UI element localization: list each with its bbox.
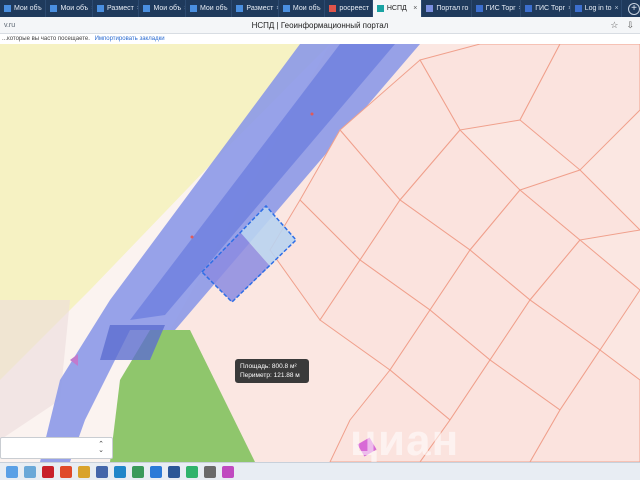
mail-icon[interactable] [150, 465, 162, 478]
tab-favicon-icon [426, 5, 434, 12]
tab-favicon-icon [236, 5, 244, 12]
tab-5[interactable]: Размест× [232, 0, 279, 17]
tab-label: ГИС Торг [485, 5, 516, 12]
tab-close-icon[interactable]: × [413, 5, 417, 12]
tab-favicon-icon [574, 5, 582, 12]
cube-icon[interactable] [186, 465, 198, 478]
pdf-icon[interactable] [42, 465, 54, 478]
map-canvas[interactable]: циан Площадь: 800.8 м² Периметр: 121.88 … [0, 44, 640, 462]
tab-favicon-icon [329, 5, 337, 12]
yandex-icon[interactable] [60, 465, 72, 478]
address-bar[interactable]: v.ru НСПД | Геоинформационный портал ☆ ⇩ [0, 17, 640, 34]
tab-label: ГИС Торг [535, 5, 566, 12]
address-actions: ☆ ⇩ [610, 20, 634, 31]
tab-8[interactable]: НСПД × [372, 0, 423, 17]
tab-2[interactable]: Размест× [93, 0, 140, 17]
tab-close-icon[interactable]: × [615, 5, 619, 12]
tab-label: НСПД [386, 5, 407, 12]
tab-favicon-icon [4, 5, 11, 12]
tab-1[interactable]: Мои объ× [46, 0, 93, 17]
page-title: НСПД | Геоинформационный портал [251, 20, 389, 30]
tab-label: Мои объ [292, 5, 321, 12]
tab-7[interactable]: росреест× [325, 0, 373, 17]
perimeter-label: Периметр: 121.88 м [240, 372, 300, 379]
bookmarks-hint: ...которые вы часто посещаете. [2, 36, 90, 42]
map-point [310, 112, 314, 116]
tab-favicon-icon [475, 5, 483, 12]
tab-favicon-icon [143, 5, 151, 12]
tab-label: росреест [339, 5, 370, 12]
map-layer[interactable] [0, 44, 640, 462]
paint-icon[interactable] [222, 465, 234, 478]
tab-label: Мои объ [199, 5, 228, 12]
tab-label: Мои объ [153, 5, 182, 12]
bookmarks-bar: ...которые вы часто посещаете. Импортиро… [0, 34, 640, 44]
tab-favicon-icon [525, 5, 533, 12]
tab-label: Мои объ [60, 5, 89, 12]
tab-label: Портал го [436, 5, 469, 12]
weather-icon[interactable] [6, 465, 18, 478]
word-icon[interactable] [168, 465, 180, 478]
tab-4[interactable]: Мои объ× [186, 0, 233, 17]
media-icon[interactable] [96, 465, 108, 478]
new-tab-button[interactable]: + [628, 2, 640, 15]
tab-12[interactable]: Log in to × [571, 0, 623, 17]
tab-label: Мои объ [14, 5, 42, 12]
tab-10[interactable]: ГИС Торг× [472, 0, 522, 17]
calc-icon[interactable] [204, 465, 216, 478]
chevron-updown-icon[interactable]: ⌃ ⌄ [98, 441, 104, 454]
tab-label: Log in to [584, 5, 612, 12]
measurement-tooltip: Площадь: 800.8 м² Периметр: 121.88 м [235, 359, 309, 383]
map-point [190, 235, 194, 239]
tab-3[interactable]: Мои объ× [139, 0, 186, 17]
chat-icon[interactable] [132, 465, 144, 478]
tab-favicon-icon [282, 5, 290, 12]
bookmark-icon[interactable]: ☆ [610, 20, 618, 31]
area-label: Площадь: 800.8 м² [240, 363, 297, 370]
tab-6[interactable]: Мои объ× [279, 0, 326, 17]
tab-favicon-icon [376, 5, 384, 12]
layer-select[interactable]: ⌃ ⌄ [0, 437, 113, 459]
import-bookmarks-link[interactable]: Импортировать закладки [95, 36, 165, 42]
tab-label: Размест [246, 5, 274, 12]
folder-icon[interactable] [78, 465, 90, 478]
download-icon[interactable]: ⇩ [626, 20, 634, 31]
tab-favicon-icon [189, 5, 197, 12]
tab-label: Размест [106, 5, 134, 12]
taskbar [0, 462, 640, 480]
tab-9[interactable]: Портал го× [422, 0, 472, 17]
tab-0[interactable]: Мои объ× [0, 0, 47, 17]
search-icon[interactable] [24, 465, 36, 478]
edge-icon[interactable] [114, 465, 126, 478]
tab-11[interactable]: ГИС Торг× [521, 0, 571, 17]
cian-watermark: циан [350, 416, 460, 462]
tab-favicon-icon [50, 5, 58, 12]
tab-favicon-icon [96, 5, 104, 12]
browser-tab-bar: Мои объ×Мои объ×Размест×Мои объ×Мои объ×… [0, 0, 640, 17]
